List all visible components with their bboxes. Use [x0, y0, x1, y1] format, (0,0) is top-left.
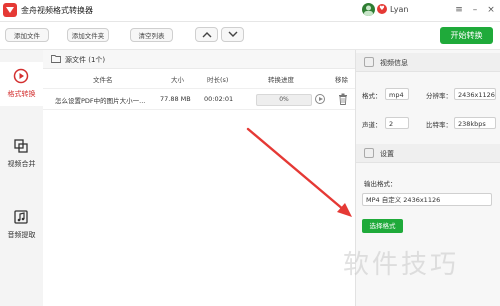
watermark-text: 软件技巧 [343, 250, 460, 280]
